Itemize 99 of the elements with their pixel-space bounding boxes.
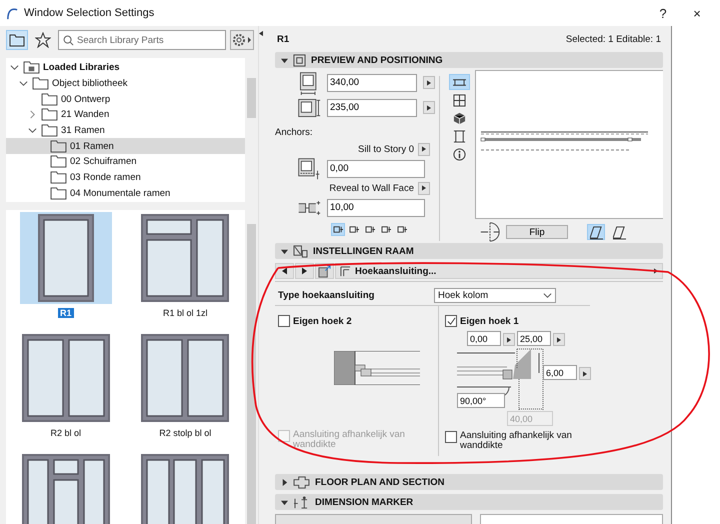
tree-item[interactable]: 00 Ontwerp xyxy=(6,91,245,108)
offset-field[interactable]: 0,00 xyxy=(467,331,501,346)
help-button[interactable]: ? xyxy=(646,6,680,20)
section-header[interactable]: INSTELLINGEN RAAM xyxy=(275,243,663,259)
height-field[interactable]: 235,00 xyxy=(327,98,417,116)
section-header[interactable]: FLOOR PLAN AND SECTION xyxy=(275,474,663,490)
collapse-arrow-icon[interactable] xyxy=(259,30,263,37)
element-name: R1 xyxy=(277,34,290,44)
part-name: R2 bl ol xyxy=(50,428,81,438)
arrow-right-icon[interactable] xyxy=(557,336,561,342)
flip-icon xyxy=(479,221,501,243)
section-header[interactable]: PREVIEW AND POSITIONING xyxy=(275,52,663,68)
selection-info: Selected: 1 Editable: 1 xyxy=(566,34,661,44)
angle-field[interactable]: 90,00° xyxy=(457,393,505,408)
arrow-right-icon[interactable] xyxy=(427,104,431,110)
arrow-right-icon[interactable] xyxy=(507,336,511,342)
depth-field[interactable]: 25,00 xyxy=(517,331,551,346)
part-name: R1 xyxy=(58,308,74,318)
arrow-right-icon[interactable] xyxy=(427,80,431,86)
sill-label: Sill to Story 0 xyxy=(358,144,414,154)
reveal-field[interactable]: 10,00 xyxy=(327,198,425,216)
tree-item[interactable]: 03 Ronde ramen xyxy=(6,170,245,186)
arrow-button[interactable] xyxy=(579,367,591,380)
tree-item[interactable]: 21 Wanden xyxy=(6,107,245,123)
type-dropdown[interactable]: Hoek kolom xyxy=(434,288,556,302)
arrow-left-icon[interactable] xyxy=(282,267,287,275)
plan-view-button[interactable] xyxy=(449,74,470,90)
folder-icon xyxy=(41,108,58,122)
chevron-right-icon[interactable] xyxy=(28,110,37,120)
info-icon[interactable] xyxy=(453,148,466,160)
section-header[interactable]: DIMENSION MARKER xyxy=(275,494,663,510)
folder-icon xyxy=(50,155,67,168)
arrow-button[interactable] xyxy=(503,333,515,346)
checkbox-label: Eigen hoek 1 xyxy=(460,316,519,326)
reveal-label: Reveal to Wall Face xyxy=(329,182,414,194)
part-name: R1 bl ol 1zl xyxy=(162,308,208,318)
anchors-label: Anchors: xyxy=(275,127,314,140)
arrow-right-icon[interactable] xyxy=(302,267,307,275)
submenu-arrow-icon xyxy=(654,268,658,274)
width-field[interactable]: 340,00 xyxy=(327,74,417,92)
library-icon xyxy=(23,61,40,74)
arrow-button[interactable] xyxy=(423,101,435,114)
tree-item[interactable]: 31 Ramen xyxy=(6,122,245,138)
expanded-triangle-icon[interactable] xyxy=(281,56,288,64)
cube-icon[interactable] xyxy=(453,112,466,124)
checkbox[interactable] xyxy=(278,315,290,327)
checkbox-label: Aansluiting afhankelijk van wanddikte xyxy=(460,430,573,451)
scrollbar[interactable] xyxy=(245,210,258,524)
chevron-down-icon[interactable] xyxy=(10,63,19,72)
tree-item[interactable]: 04 Monumentale ramen xyxy=(6,186,245,202)
arrow-button[interactable] xyxy=(553,333,565,346)
dimension-icon xyxy=(293,496,310,508)
settings-icon xyxy=(293,244,308,258)
part-name: R2 stolp bl ol xyxy=(159,428,212,438)
floor-plan-icon xyxy=(293,476,310,488)
app-icon xyxy=(6,6,19,20)
search-input[interactable]: Search Library Parts xyxy=(77,34,221,46)
checkbox[interactable] xyxy=(445,430,457,443)
page-dropdown[interactable]: Hoekaansluiting... xyxy=(335,263,663,279)
arrow-button[interactable] xyxy=(418,142,430,156)
preview-icon xyxy=(293,54,306,66)
collapsed-triangle-icon[interactable] xyxy=(281,478,288,486)
search-icon xyxy=(63,34,74,46)
chevron-down-icon xyxy=(543,290,552,300)
arrow-right-icon[interactable] xyxy=(422,185,426,191)
arrow-right-icon[interactable] xyxy=(583,370,587,376)
page-icon xyxy=(340,266,351,276)
expanded-triangle-icon[interactable] xyxy=(281,248,288,254)
checkbox-label: Eigen hoek 2 xyxy=(293,316,352,326)
expanded-triangle-icon[interactable] xyxy=(281,498,288,506)
checkbox-label: Aansluiting afhankelijk van wanddikte xyxy=(293,430,406,450)
window-title: Window Selection Settings xyxy=(24,7,154,19)
arrow-button[interactable] xyxy=(423,76,435,89)
tree-item[interactable]: 01 Ramen xyxy=(6,138,245,154)
tree-item[interactable]: Loaded Libraries xyxy=(6,60,245,76)
chevron-down-icon[interactable] xyxy=(19,79,28,88)
folder-icon xyxy=(41,92,58,106)
chevron-down-icon[interactable] xyxy=(28,126,37,136)
window-grid-icon[interactable] xyxy=(453,94,466,106)
side-field[interactable]: 6,00 xyxy=(543,365,577,380)
search-field[interactable]: Search Library Parts xyxy=(58,30,226,50)
tree-item[interactable]: 02 Schuiframen xyxy=(6,154,245,170)
folder-icon xyxy=(32,77,49,90)
section-icon[interactable] xyxy=(453,130,466,142)
close-button[interactable]: × xyxy=(680,6,714,20)
wall-plan-icon[interactable] xyxy=(452,76,467,88)
sill-field[interactable]: 0,00 xyxy=(327,160,425,178)
export-icon[interactable] xyxy=(318,264,331,278)
library-part-tile[interactable] xyxy=(20,212,112,304)
flip-button[interactable]: Flip xyxy=(506,225,568,239)
arrow-right-icon[interactable] xyxy=(422,146,426,152)
tree-item[interactable]: Object bibliotheek xyxy=(6,76,245,92)
type-label: Type hoekaansluiting xyxy=(277,290,376,300)
sill-icon xyxy=(297,156,321,180)
folder-icon xyxy=(50,186,67,200)
folder-icon xyxy=(50,140,67,153)
arrow-button[interactable] xyxy=(418,182,430,194)
folder-icon xyxy=(50,171,67,184)
folder-icon xyxy=(41,124,58,138)
